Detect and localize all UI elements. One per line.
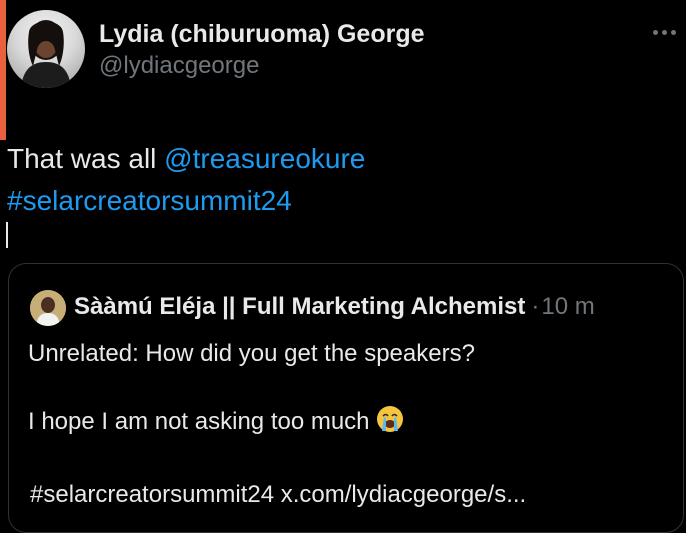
- quoted-author-avatar[interactable]: [30, 290, 66, 326]
- hashtag-link[interactable]: #selarcreatorsummit24: [7, 185, 292, 216]
- quoted-separator: ·: [531, 293, 540, 320]
- quoted-header: Sààmú Eléja || Full Marketing Alchemist ·…: [74, 290, 595, 324]
- window-edge-accent: [0, 0, 6, 140]
- text-cursor: [6, 222, 8, 248]
- quoted-tweet-card[interactable]: Sààmú Eléja || Full Marketing Alchemist ·…: [8, 263, 684, 533]
- mention-link[interactable]: @treasureokure: [164, 143, 365, 174]
- quoted-author-name[interactable]: Sààmú Eléja || Full Marketing Alchemist: [74, 293, 525, 320]
- more-dot: [652, 29, 658, 35]
- avatar-photo: [21, 20, 71, 88]
- author-handle[interactable]: @lydiacgeorge: [99, 50, 425, 82]
- author-display-name[interactable]: Lydia (chiburuoma) George: [99, 18, 425, 50]
- author-block[interactable]: Lydia (chiburuoma) George @lydiacgeorge: [99, 18, 425, 82]
- quoted-text-line-3[interactable]: #selarcreatorsummit24 x.com/lydiacgeorge…: [30, 478, 526, 512]
- more-horizontal-icon[interactable]: [646, 22, 682, 42]
- tweet-text-line-1: That was all @treasureokure: [7, 138, 365, 180]
- tweet-text: That was all @treasureokure #selarcreato…: [7, 138, 365, 222]
- author-avatar[interactable]: [7, 10, 85, 88]
- quoted-timestamp[interactable]: 10 m: [541, 293, 594, 320]
- quoted-avatar-photo: [30, 290, 66, 326]
- quoted-text-line-2: I hope I am not asking too much: [28, 405, 404, 439]
- quoted-text-line-1: Unrelated: How did you get the speakers?: [28, 340, 475, 367]
- more-dot: [661, 29, 667, 35]
- quoted-text-line-2-text: I hope I am not asking too much: [28, 408, 370, 435]
- more-dot: [670, 29, 676, 35]
- loudly-crying-face-emoji: [376, 406, 403, 432]
- tweet-text-prefix: That was all: [7, 143, 165, 174]
- tweet-text-line-2: #selarcreatorsummit24: [7, 180, 365, 222]
